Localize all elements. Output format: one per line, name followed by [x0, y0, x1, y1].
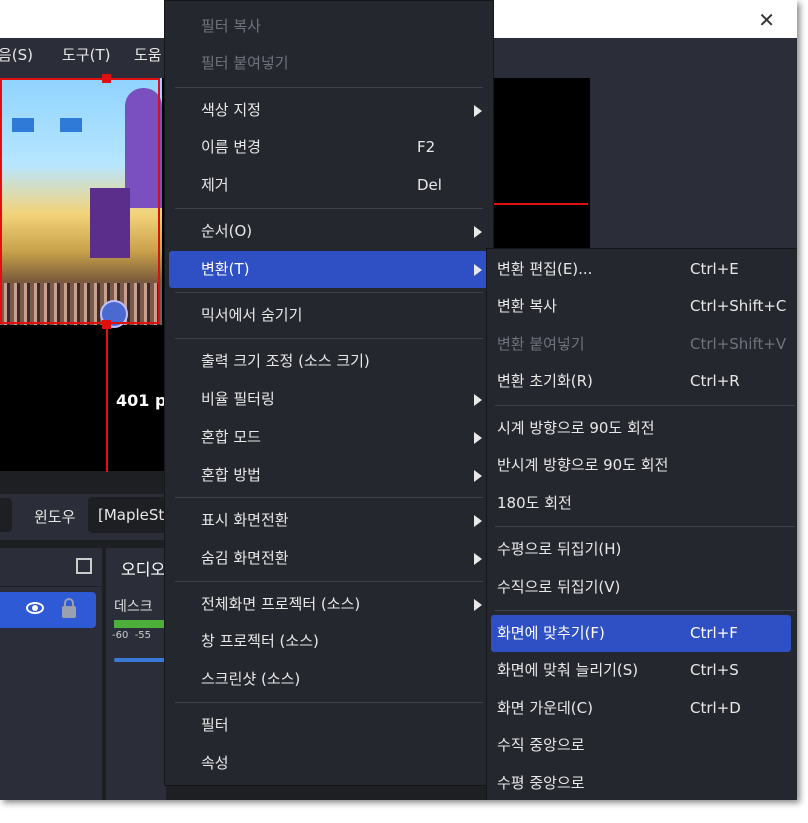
- menu-item-blend-method[interactable]: 혼합 방법: [165, 457, 493, 494]
- lock-icon[interactable]: [62, 598, 76, 618]
- submenu-item-rotate-ccw[interactable]: 반시계 방향으로 90도 회전: [487, 447, 797, 484]
- source-context-menu: 필터 복사 필터 붙여넣기 색상 지정 이름 변경 F2 제거 Del 순서(O) …: [164, 0, 494, 786]
- submenu-item-flip-horizontal[interactable]: 수평으로 뒤집기(H): [487, 531, 797, 568]
- meter-scale: -60 -55: [112, 630, 152, 641]
- menu-separator: [175, 581, 483, 582]
- submenu-item-center-horizontal[interactable]: 수평 중앙으로: [487, 765, 797, 802]
- audio-mixer-title: 오디오: [121, 560, 166, 579]
- submenu-arrow-icon: [474, 264, 482, 276]
- submenu-arrow-icon: [474, 553, 482, 565]
- volume-meter: [114, 620, 166, 628]
- submenu-arrow-icon: [474, 432, 482, 444]
- volume-slider[interactable]: [114, 658, 166, 662]
- source-combo[interactable]: [0, 498, 12, 532]
- menu-item-set-color[interactable]: 색상 지정: [165, 92, 493, 129]
- submenu-arrow-icon: [474, 470, 482, 482]
- menu-separator: [175, 208, 483, 209]
- menu-tools[interactable]: 도구(T): [62, 44, 110, 65]
- submenu-item-flip-vertical[interactable]: 수직으로 뒤집기(V): [487, 569, 797, 606]
- submenu-item-center-to-screen[interactable]: 화면 가운데(C) Ctrl+D: [487, 690, 797, 727]
- submenu-item-center-vertical[interactable]: 수직 중앙으로: [487, 727, 797, 764]
- menu-separator: [495, 526, 795, 527]
- menu-item-screenshot[interactable]: 스크린샷 (소스): [165, 661, 493, 698]
- submenu-item-edit-transform[interactable]: 변환 편집(E)... Ctrl+E: [487, 251, 797, 288]
- submenu-item-copy-transform[interactable]: 변환 복사 Ctrl+Shift+C: [487, 288, 797, 325]
- source-row-selected[interactable]: [0, 592, 96, 628]
- transform-submenu: 변환 편집(E)... Ctrl+E 변환 복사 Ctrl+Shift+C 변환 붙…: [486, 248, 797, 800]
- close-icon[interactable]: ✕: [758, 8, 775, 32]
- sources-dock-header: [0, 548, 102, 587]
- sources-dock: [0, 548, 102, 800]
- menu-item-copy-filters[interactable]: 필터 복사: [165, 8, 493, 45]
- guide-line-horizontal: [490, 203, 588, 205]
- menu-item-order[interactable]: 순서(O): [165, 213, 493, 250]
- menu-item-show-transition[interactable]: 표시 화면전환: [165, 502, 493, 539]
- menu-item-filters[interactable]: 필터: [165, 707, 493, 744]
- menu-item-properties[interactable]: 속성: [165, 745, 493, 782]
- menu-item-resize-output[interactable]: 출력 크기 조정 (소스 크기): [165, 343, 493, 380]
- menu-separator: [175, 292, 483, 293]
- resize-handle-top[interactable]: [102, 74, 111, 83]
- menu-separator: [175, 87, 483, 88]
- menu-separator: [495, 405, 795, 406]
- distance-guide-line: [106, 324, 108, 472]
- menu-separator: [495, 610, 795, 611]
- audio-mixer-dock: 오디오 데스크 -60 -55: [106, 548, 166, 800]
- submenu-arrow-icon: [474, 394, 482, 406]
- submenu-arrow-icon: [474, 515, 482, 527]
- menu-item-fullscreen-projector[interactable]: 전체화면 프로젝터 (소스): [165, 586, 493, 623]
- menu-item-remove[interactable]: 제거 Del: [165, 167, 493, 204]
- eye-icon[interactable]: [26, 602, 44, 614]
- menu-item-paste-filters[interactable]: 필터 붙여넣기: [165, 45, 493, 82]
- submenu-item-stretch-to-screen[interactable]: 화면에 맞춰 늘리기(S) Ctrl+S: [487, 652, 797, 689]
- submenu-item-rotate-cw[interactable]: 시계 방향으로 90도 회전: [487, 410, 797, 447]
- submenu-arrow-icon: [474, 105, 482, 117]
- submenu-item-rotate-180[interactable]: 180도 회전: [487, 485, 797, 522]
- submenu-arrow-icon: [474, 599, 482, 611]
- menu-separator: [175, 702, 483, 703]
- source-bounding-box[interactable]: [0, 78, 160, 324]
- menu-item-hide-transition[interactable]: 숨김 화면전환: [165, 540, 493, 577]
- menu-separator: [175, 338, 483, 339]
- submenu-arrow-icon: [474, 226, 482, 238]
- menu-separator: [175, 497, 483, 498]
- menu-item-scale-filtering[interactable]: 비율 필터링: [165, 381, 493, 418]
- submenu-item-fit-to-screen[interactable]: 화면에 맞추기(F) Ctrl+F: [491, 615, 791, 652]
- menu-item-window-projector[interactable]: 창 프로젝터 (소스): [165, 623, 493, 660]
- preview-canvas-right: [490, 78, 588, 248]
- menu-help[interactable]: 도움: [134, 44, 162, 65]
- menu-item-hide-in-mixer[interactable]: 믹서에서 숨기기: [165, 297, 493, 334]
- menu-item-transform[interactable]: 변환(T): [169, 251, 489, 288]
- menu-scene-collection[interactable]: 음(S): [0, 44, 33, 65]
- menu-item-rename[interactable]: 이름 변경 F2: [165, 129, 493, 166]
- undock-icon[interactable]: [76, 558, 92, 574]
- window-label: 윈도우: [34, 508, 76, 526]
- submenu-item-reset-transform[interactable]: 변환 초기화(R) Ctrl+R: [487, 363, 797, 400]
- submenu-item-paste-transform[interactable]: 변환 붙여넣기 Ctrl+Shift+V: [487, 326, 797, 363]
- audio-source-name: 데스크: [114, 599, 153, 615]
- menu-item-blend-mode[interactable]: 혼합 모드: [165, 419, 493, 456]
